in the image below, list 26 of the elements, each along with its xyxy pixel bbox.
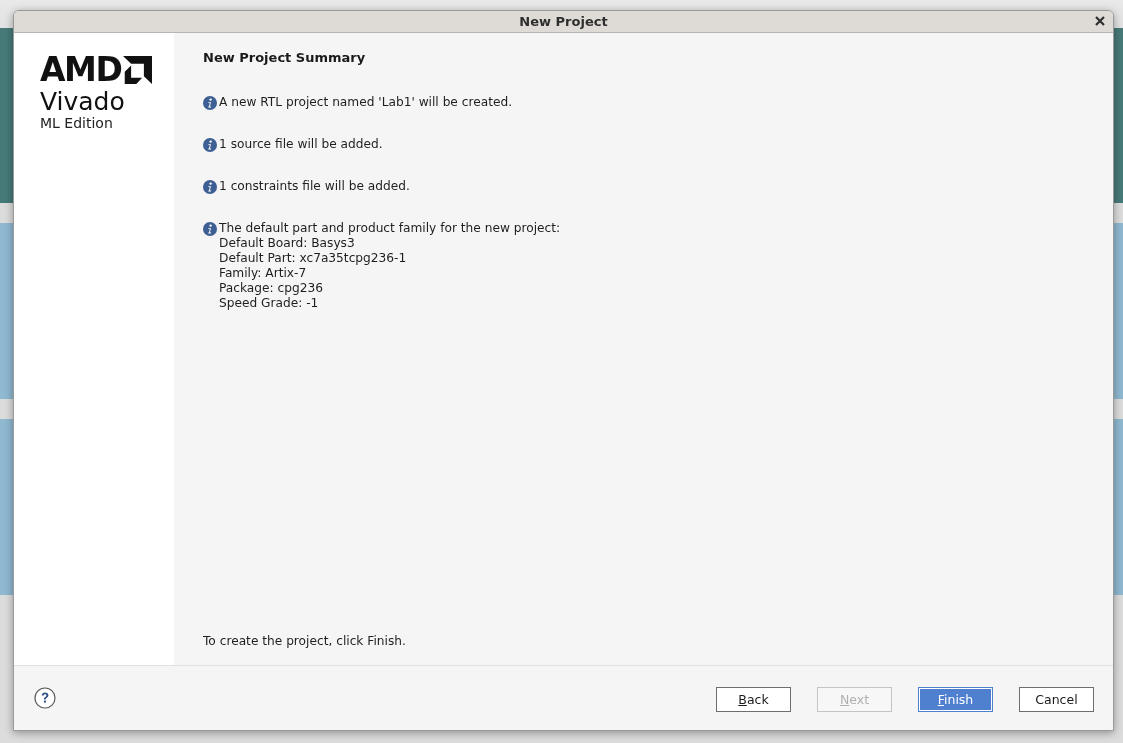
page-heading: New Project Summary [203, 50, 366, 66]
close-icon [1095, 16, 1105, 26]
close-button[interactable] [1093, 14, 1107, 28]
info-icon [203, 222, 217, 236]
product-name: Vivado [40, 88, 125, 115]
info-icon [203, 180, 217, 194]
detail-line: Default Board: Basys3 [219, 236, 355, 251]
detail-line: Package: cpg236 [219, 281, 323, 296]
footer-note: To create the project, click Finish. [203, 634, 406, 649]
info-message: 1 source file will be added. [219, 137, 383, 152]
info-message: A new RTL project named 'Lab1' will be created. [219, 95, 513, 110]
info-icon [203, 96, 217, 110]
info-icon [203, 138, 217, 152]
detail-line: Default Part: xc7a35tcpg236-1 [219, 251, 407, 266]
edition-name: ML Edition [40, 115, 113, 131]
window-title: New Project [519, 14, 608, 29]
brand-logo-text: AMD [40, 52, 122, 88]
detail-line: Speed Grade: -1 [219, 296, 319, 311]
default-button[interactable]: Finish [918, 686, 993, 712]
info-message: The default part and product family for the new project: [219, 221, 561, 236]
help-icon[interactable] [34, 687, 56, 709]
dialog-button[interactable]: Cancel [1019, 686, 1094, 712]
detail-line: Family: Artix-7 [219, 266, 307, 281]
info-message: 1 constraints file will be added. [219, 179, 410, 194]
arrow-logo-icon [123, 56, 153, 84]
dialog-button[interactable]: Back [716, 686, 791, 712]
